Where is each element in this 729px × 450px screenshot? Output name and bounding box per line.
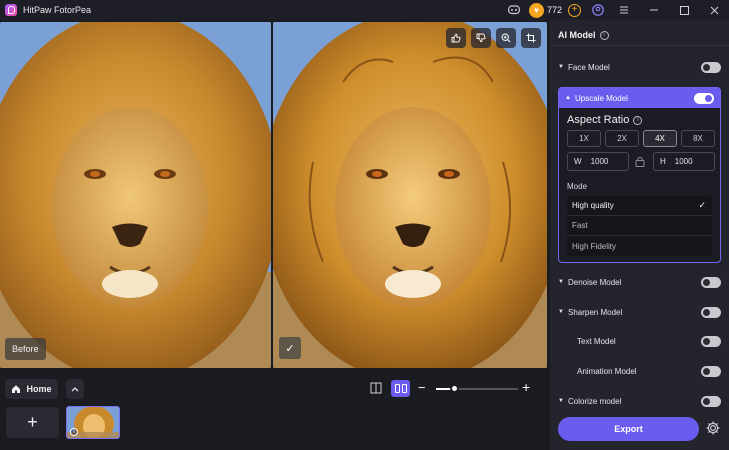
- mode-option-label: Fast: [572, 221, 588, 230]
- height-value[interactable]: 1000: [675, 157, 693, 166]
- close-icon[interactable]: [699, 0, 729, 20]
- model-row-animation[interactable]: Animation Model: [558, 360, 721, 382]
- colorize-model-toggle[interactable]: [701, 395, 721, 407]
- face-model-toggle[interactable]: [701, 61, 721, 73]
- mode-option-high-quality[interactable]: High quality ✓: [567, 196, 712, 216]
- account-icon[interactable]: [587, 0, 609, 20]
- info-icon[interactable]: i: [633, 115, 643, 125]
- model-label: Sharpen Model: [568, 307, 623, 317]
- model-row-face[interactable]: ▼ Face Model: [558, 56, 721, 78]
- zoom-icon[interactable]: [496, 28, 516, 48]
- sharpen-model-toggle[interactable]: [701, 306, 721, 318]
- lion-after-image: [273, 22, 547, 368]
- thumbs-up-icon[interactable]: [446, 28, 466, 48]
- thumbnail-info-icon[interactable]: i: [70, 428, 78, 436]
- scale-1x-button[interactable]: 1X: [567, 130, 601, 147]
- mode-option-label: High quality: [572, 201, 614, 210]
- mode-option-fast[interactable]: Fast: [567, 216, 712, 236]
- model-label: Colorize model: [568, 396, 622, 406]
- minimize-icon[interactable]: [639, 0, 669, 20]
- scale-8x-button[interactable]: 8X: [681, 130, 715, 147]
- title-bar: HitPaw FotorPea ♥ 772 +: [0, 0, 729, 20]
- mode-label: Mode: [567, 182, 588, 191]
- caret-down-icon: ▼: [558, 309, 564, 315]
- app-title: HitPaw FotorPea: [23, 5, 92, 15]
- zoom-slider[interactable]: [436, 384, 518, 393]
- lion-before-image: [0, 22, 271, 368]
- split-view-icon[interactable]: [368, 380, 384, 396]
- settings-gear-icon[interactable]: [705, 420, 721, 436]
- add-credits-icon[interactable]: +: [568, 3, 581, 17]
- check-icon[interactable]: ✓: [279, 337, 301, 359]
- collapse-button[interactable]: [66, 379, 84, 399]
- model-row-colorize[interactable]: ▼ Colorize model: [558, 390, 721, 412]
- panel-title-text: AI Model: [558, 30, 596, 40]
- lock-icon[interactable]: [635, 156, 645, 167]
- scale-4x-button[interactable]: 4X: [643, 130, 677, 147]
- before-label: Before: [5, 338, 46, 360]
- model-label: Face Model: [568, 62, 610, 72]
- model-row-sharpen[interactable]: ▼ Sharpen Model: [558, 301, 721, 323]
- mode-dropdown[interactable]: High quality ✓ Fast High Fidelity: [567, 196, 712, 256]
- export-button[interactable]: Export: [558, 417, 699, 441]
- after-image-panel: ✓: [273, 22, 547, 368]
- home-button[interactable]: Home: [5, 379, 58, 399]
- crop-icon[interactable]: [521, 28, 541, 48]
- model-row-text[interactable]: Text Model: [558, 330, 721, 352]
- width-label: W: [574, 157, 582, 166]
- aspect-ratio-title: Aspect Ratio i: [567, 114, 643, 126]
- info-icon[interactable]: i: [599, 30, 609, 40]
- height-label: H: [660, 157, 666, 166]
- model-label: Animation Model: [577, 366, 637, 376]
- home-label: Home: [26, 384, 52, 394]
- height-field[interactable]: H 1000: [653, 152, 715, 171]
- home-icon: [12, 385, 21, 393]
- discord-icon[interactable]: [503, 0, 525, 20]
- caret-up-icon: ▲: [565, 95, 571, 101]
- upscale-model-toggle[interactable]: [694, 92, 714, 104]
- maximize-icon[interactable]: [669, 0, 699, 20]
- thumbs-down-icon[interactable]: [471, 28, 491, 48]
- image-thumbnail[interactable]: i: [66, 406, 120, 439]
- scale-2x-button[interactable]: 2X: [605, 130, 639, 147]
- chevron-up-icon: [71, 387, 79, 392]
- side-by-side-view-button[interactable]: [391, 380, 410, 397]
- coin-icon[interactable]: ♥: [528, 2, 544, 18]
- text-model-toggle[interactable]: [701, 335, 721, 347]
- width-value[interactable]: 1000: [591, 157, 609, 166]
- zoom-in-button[interactable]: +: [522, 379, 530, 395]
- menu-icon[interactable]: [609, 0, 639, 20]
- coin-count: 772: [546, 5, 562, 15]
- denoise-model-toggle[interactable]: [701, 276, 721, 288]
- zoom-out-button[interactable]: −: [418, 380, 426, 395]
- caret-down-icon: ▼: [558, 64, 564, 70]
- panel-title: AI Model i: [558, 30, 609, 40]
- width-field[interactable]: W 1000: [567, 152, 629, 171]
- mode-option-high-fidelity[interactable]: High Fidelity: [567, 236, 712, 256]
- add-image-button[interactable]: +: [6, 407, 59, 438]
- mode-option-label: High Fidelity: [572, 241, 617, 251]
- checkmark-icon: ✓: [698, 200, 706, 210]
- model-label: Text Model: [577, 336, 616, 346]
- bottom-toolbar: Home + i − +: [0, 370, 549, 450]
- before-image-panel: Before: [0, 22, 271, 368]
- caret-down-icon: ▼: [558, 398, 564, 404]
- upscale-model-section: ▲ Upscale Model Aspect Ratio i 1X 2X 4X …: [558, 87, 721, 263]
- app-logo-icon: [5, 4, 17, 16]
- aspect-ratio-label: Aspect Ratio: [567, 114, 630, 126]
- model-row-denoise[interactable]: ▼ Denoise Model: [558, 271, 721, 293]
- caret-down-icon: ▼: [558, 279, 564, 285]
- model-label: Denoise Model: [568, 277, 622, 287]
- upscale-model-header[interactable]: ▲ Upscale Model: [559, 88, 720, 108]
- divider: [550, 45, 729, 46]
- animation-model-toggle[interactable]: [701, 365, 721, 377]
- model-label: Upscale Model: [575, 93, 628, 103]
- zoom-slider-handle[interactable]: [450, 384, 460, 393]
